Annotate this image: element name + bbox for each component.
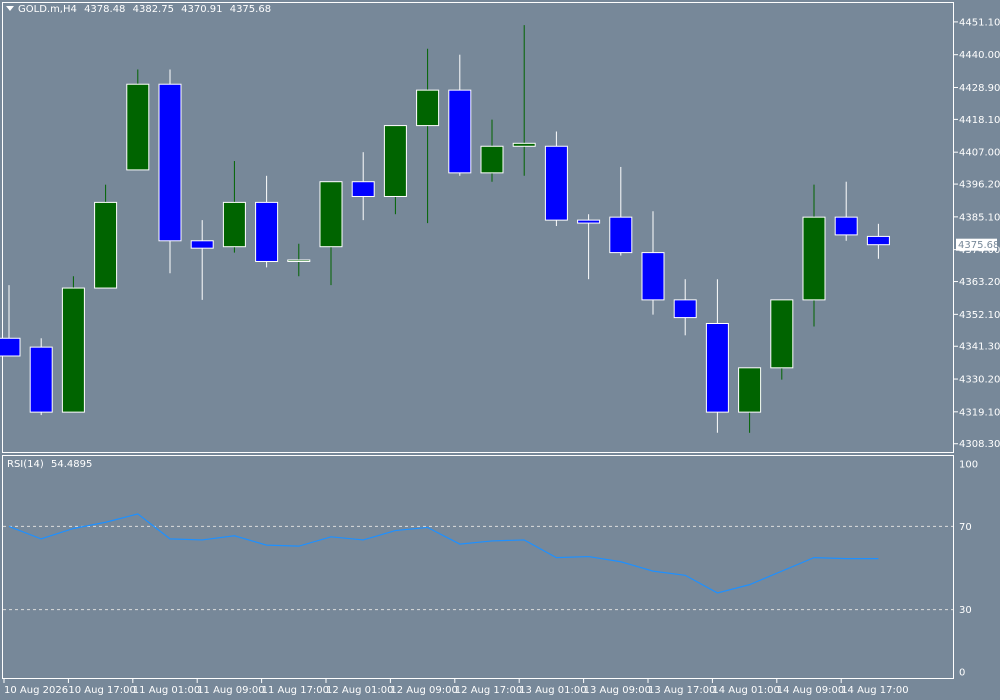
candle-body-bear[interactable] <box>609 216 633 254</box>
price-tick-label: 4440.00 <box>959 50 1000 61</box>
price-axis: 4451.10 4440.00 4428.90 4418.10 4407.00 4396.… <box>954 17 1000 450</box>
price-tick-label: 4308.30 <box>959 439 1000 450</box>
price-tick-label: 4418.10 <box>959 115 1000 126</box>
open-value: 4378.48 <box>84 4 126 15</box>
candle-body-bull[interactable] <box>287 259 311 262</box>
candle-body-bear[interactable] <box>544 145 568 221</box>
candle-body-bear[interactable] <box>641 252 665 301</box>
candle-body-bull[interactable] <box>61 287 85 413</box>
candle-body-bull[interactable] <box>383 125 407 197</box>
rsi-axis: 100 70 30 0 <box>959 460 978 679</box>
price-tick-label: 4319.10 <box>959 407 1000 418</box>
price-tick-label: 4363.20 <box>959 277 1000 288</box>
candle-body-bull[interactable] <box>802 216 826 301</box>
candle-body-bull[interactable] <box>738 367 762 413</box>
candle-body-bull[interactable] <box>512 142 536 147</box>
candle-body-bear[interactable] <box>190 240 214 249</box>
candles-group <box>0 25 890 433</box>
price-tick-label: 4407.00 <box>959 148 1000 159</box>
close-value: 4375.68 <box>229 4 272 15</box>
candle-body-bear[interactable] <box>577 219 601 224</box>
candle-body-bear[interactable] <box>158 83 182 242</box>
time-label: 14 Aug 09:00 <box>777 685 844 696</box>
time-axis: 10 Aug 2026 10 Aug 17:0011 Aug 01:0011 Au… <box>3 679 909 696</box>
time-label: 13 Aug 01:00 <box>519 685 586 696</box>
price-tick-label: 4396.20 <box>959 180 1000 191</box>
candle-body-bull[interactable] <box>480 145 504 174</box>
candle-body-bear[interactable] <box>255 201 279 262</box>
time-label: 14 Aug 17:00 <box>841 685 908 696</box>
rsi-value: 54.4895 <box>50 459 93 470</box>
candle-body-bear[interactable] <box>866 235 890 246</box>
time-label: 13 Aug 17:00 <box>648 685 715 696</box>
rsi-pane[interactable] <box>2 455 954 679</box>
time-label: 11 Aug 01:00 <box>133 685 200 696</box>
candle-body-bear[interactable] <box>834 216 858 236</box>
candle-body-bull[interactable] <box>770 299 794 369</box>
time-label: 13 Aug 09:00 <box>584 685 651 696</box>
rsi-tick-label: 30 <box>959 605 972 616</box>
rsi-line-group <box>8 513 879 594</box>
chart-canvas[interactable]: 4451.10 4440.00 4428.90 4418.10 4407.00 4396.… <box>0 0 1000 700</box>
candle-body-bull[interactable] <box>94 201 118 289</box>
rsi-name: RSI(14) <box>7 459 44 470</box>
candle-body-bear[interactable] <box>351 181 375 197</box>
time-label: 12 Aug 09:00 <box>390 685 457 696</box>
rsi-series-line <box>8 513 879 594</box>
price-tick-label: 4341.30 <box>959 342 1000 353</box>
candle-body-bear[interactable] <box>0 337 21 357</box>
low-value: 4370.91 <box>181 4 223 15</box>
time-label: 11 Aug 09:00 <box>197 685 264 696</box>
price-tick-label: 4385.10 <box>959 212 1000 223</box>
rsi-levels <box>3 525 953 611</box>
candle-body-bear[interactable] <box>673 299 697 319</box>
price-tick-label: 4330.20 <box>959 375 1000 386</box>
candle-body-bull[interactable] <box>222 201 246 248</box>
candle-body-bear[interactable] <box>29 346 53 413</box>
time-label: 11 Aug 17:00 <box>262 685 329 696</box>
time-label: 10 Aug 2026 <box>4 685 68 696</box>
rsi-tick-label: 100 <box>959 460 978 471</box>
candle-body-bull[interactable] <box>126 83 150 171</box>
price-tick-label: 4352.10 <box>959 310 1000 321</box>
candle-body-bull[interactable] <box>319 181 343 248</box>
current-price-tag: 4375.68 <box>956 238 999 251</box>
symbol-header[interactable]: GOLD.m,H4 4378.48 4382.75 4370.91 4375.6… <box>6 4 275 15</box>
candle-body-bear[interactable] <box>448 89 472 174</box>
rsi-tick-label: 0 <box>959 668 965 679</box>
price-tick-label: 4428.90 <box>959 83 1000 94</box>
candle-body-bear[interactable] <box>705 323 729 413</box>
current-price-label: 4375.68 <box>958 240 999 251</box>
rsi-header[interactable]: RSI(14) 54.4895 <box>7 459 96 470</box>
time-label: 14 Aug 01:00 <box>712 685 779 696</box>
time-label: 10 Aug 17:00 <box>68 685 135 696</box>
high-value: 4382.75 <box>132 4 174 15</box>
candle-body-bull[interactable] <box>416 89 440 127</box>
time-label: 12 Aug 01:00 <box>326 685 393 696</box>
price-tick-label: 4451.10 <box>959 17 1000 28</box>
symbol-label: GOLD.m,H4 <box>18 4 77 15</box>
time-label: 12 Aug 17:00 <box>455 685 522 696</box>
chevron-down-icon[interactable] <box>6 6 14 11</box>
rsi-tick-label: 70 <box>959 522 972 533</box>
